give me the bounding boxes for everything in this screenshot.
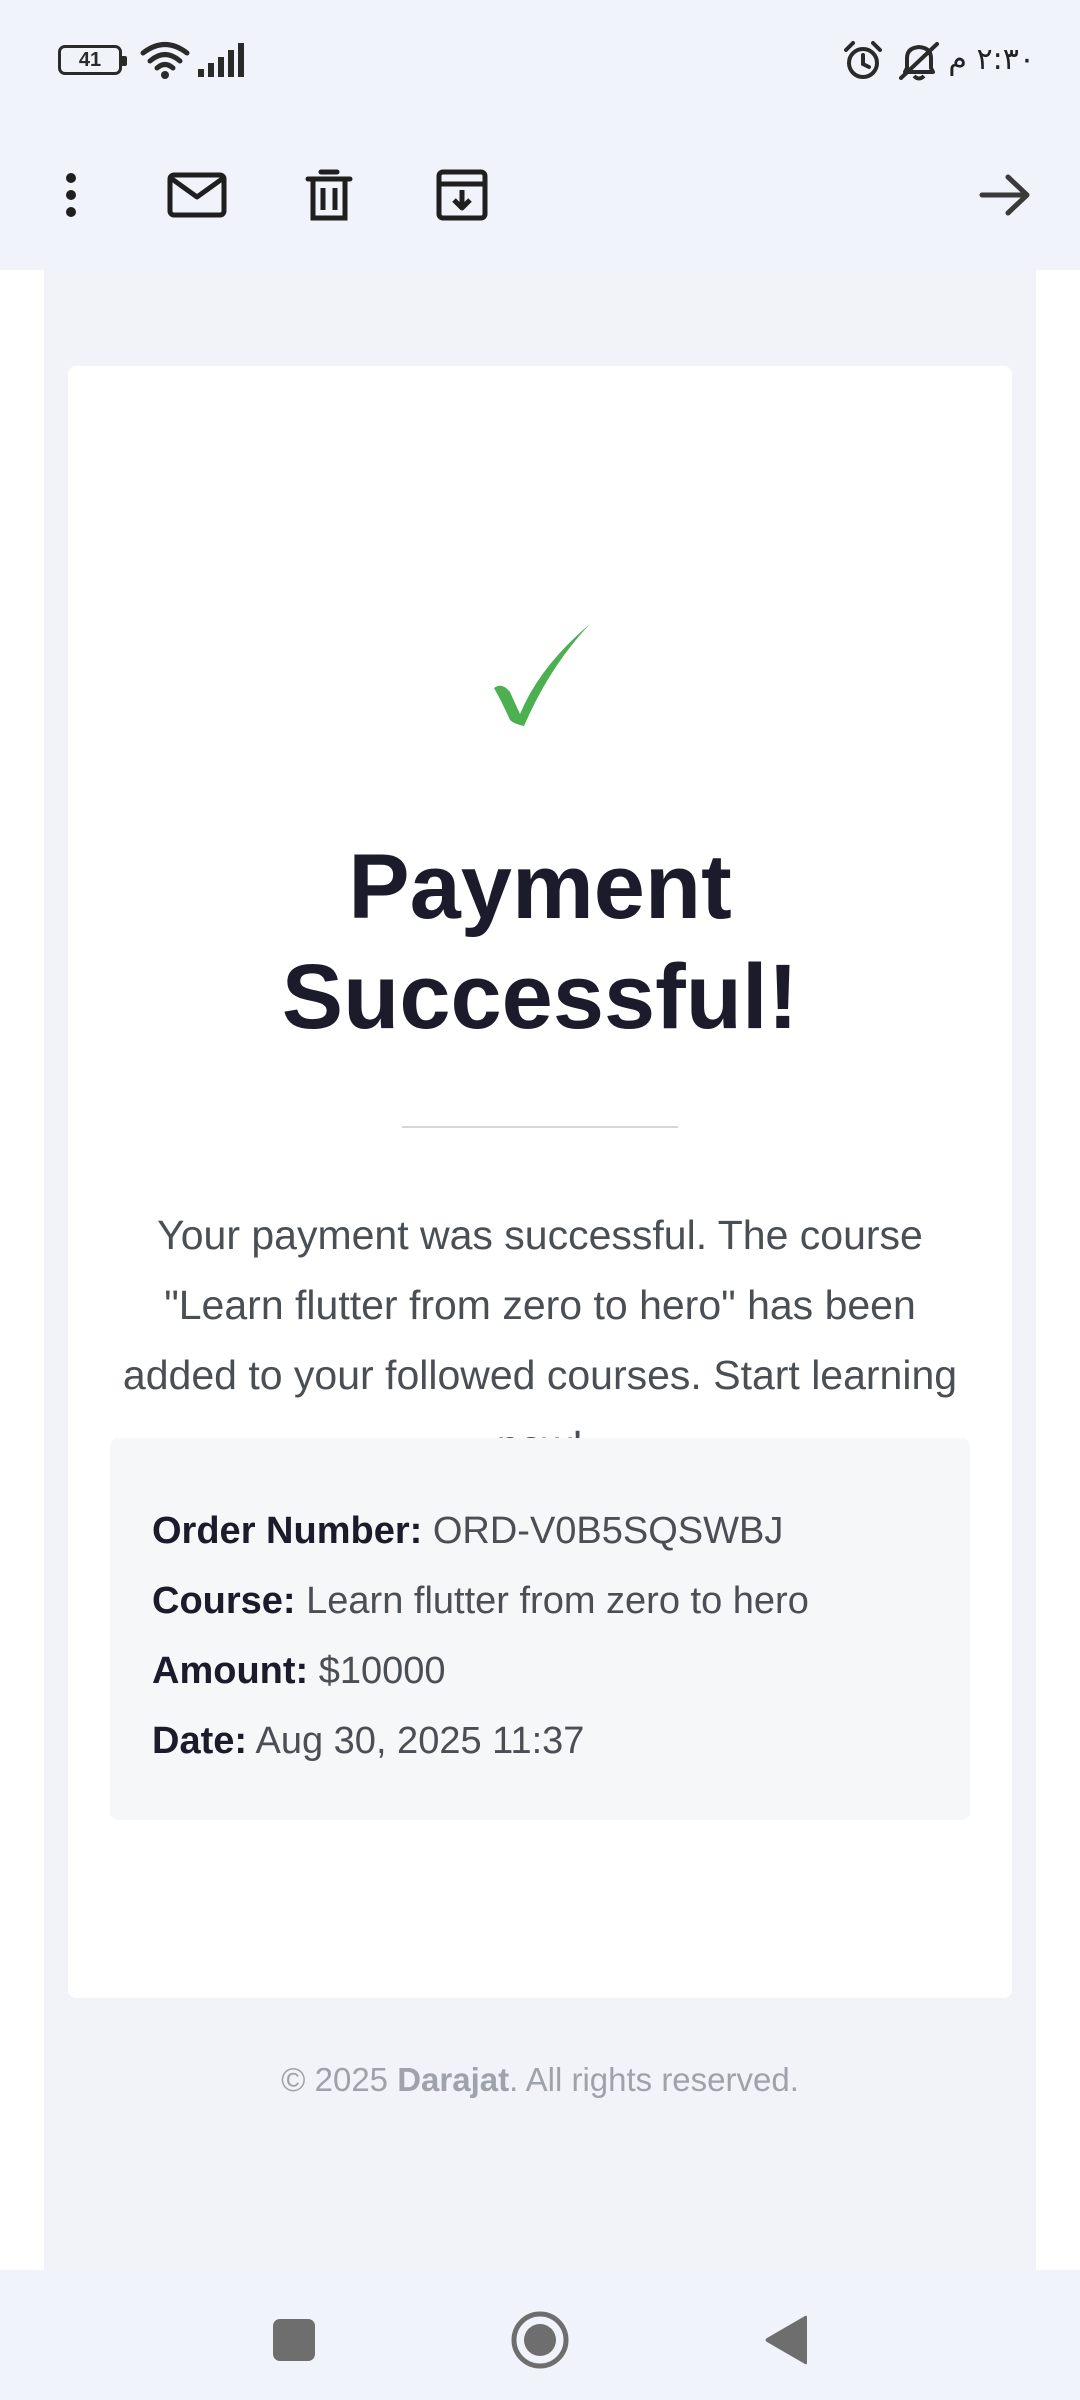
date-row: Date: Aug 30, 2025 11:37 [152,1706,930,1776]
order-details: Order Number: ORD-V0B5SQSWBJ Course: Lea… [110,1438,970,1820]
home-button[interactable] [500,2300,580,2380]
detail-value: Aug 30, 2025 11:37 [255,1720,585,1762]
next-email-button[interactable] [960,150,1050,240]
status-time: ٢:٣٠ م [948,42,1035,77]
email-body: Payment Successful! Your payment was suc… [0,270,1080,2270]
divider [402,1126,678,1128]
mark-unread-button[interactable] [152,150,242,240]
detail-value[interactable]: ORD-V0B5SQSWBJ [433,1510,784,1552]
email-background: Payment Successful! Your payment was suc… [44,270,1036,2270]
battery-level: 41 [78,49,102,71]
recents-button[interactable] [254,2300,334,2380]
detail-label: Date: [152,1720,248,1762]
amount-row: Amount: $10000 [152,1636,930,1706]
detail-value: Learn flutter from zero to hero [306,1580,809,1622]
archive-button[interactable] [417,150,507,240]
mail-icon [167,172,227,218]
payment-card: Payment Successful! Your payment was suc… [68,366,1012,1998]
footer-brand: Darajat [397,2061,510,2098]
footer-suffix: . All rights reserved. [509,2061,799,2098]
home-circle-icon [511,2311,569,2369]
detail-label: Order Number: [152,1510,423,1552]
detail-value: $10000 [318,1650,446,1692]
wifi-icon [140,42,190,79]
detail-label: Course: [152,1580,296,1622]
delete-icon [305,169,353,221]
bell-off-icon [899,42,939,81]
more-options-button[interactable] [26,150,116,240]
back-triangle-icon [765,2315,807,2365]
system-nav-bar [0,2270,1080,2400]
email-toolbar [0,120,1080,270]
detail-label: Amount: [152,1650,309,1692]
status-bar: 41 ٢:٣٠ م [0,0,1080,120]
recents-square-icon [273,2319,315,2361]
alarm-icon [844,41,882,79]
footer-prefix: © 2025 [281,2061,398,2098]
arrow-forward-icon [979,174,1030,216]
archive-icon [436,169,488,221]
page-title: Payment Successful! [281,836,799,1048]
footer-copyright: © 2025 Darajat. All rights reserved. [44,2060,1036,2100]
order-number-row: Order Number: ORD-V0B5SQSWBJ [152,1496,930,1566]
battery-icon: 41 [58,45,127,75]
more-vert-icon [66,173,76,217]
course-row: Course: Learn flutter from zero to hero [152,1566,930,1636]
success-check [68,616,1012,766]
delete-button[interactable] [284,150,374,240]
back-button[interactable] [746,2300,826,2380]
signal-icon [198,43,244,77]
checkmark-icon [494,624,590,726]
